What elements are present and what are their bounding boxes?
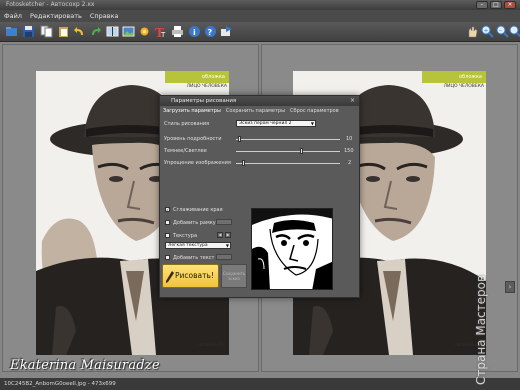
minimize-button[interactable]: – [476, 1, 488, 9]
pencil-icon [166, 271, 174, 283]
help-icon[interactable]: ? [204, 25, 217, 38]
save-icon[interactable] [22, 25, 35, 38]
dialog-close-button[interactable]: × [348, 97, 357, 105]
add-text-checkbox[interactable] [165, 255, 170, 260]
save-sketch-button-label: Сохранить эскиз [222, 271, 246, 281]
slider-label-simplify: Упрощение изображения [164, 160, 231, 166]
tab-load-params[interactable]: Загрузить параметры [163, 108, 221, 114]
style-select-value: Эскиз пером чернил 2 [239, 121, 292, 126]
zoom-in-icon[interactable]: + [481, 25, 494, 38]
smooth-edges-label: Сглаживание края [173, 207, 223, 213]
menu-edit[interactable]: Редактировать [30, 12, 82, 20]
copy-icon[interactable] [40, 25, 53, 38]
photo-tag: обложка [422, 71, 486, 83]
title-bar: Fotosketcher - Автосохр 2.xx – □ × [0, 0, 520, 10]
zoom-out-icon[interactable]: – [496, 25, 509, 38]
darker-lighter-value: 150 [344, 148, 354, 154]
effects-icon[interactable] [138, 25, 151, 38]
darker-lighter-slider-handle[interactable] [300, 148, 303, 154]
darker-lighter-slider[interactable] [236, 151, 340, 152]
smooth-edges-checkbox[interactable]: ✓ [165, 207, 170, 212]
status-file-path: 10C245B2_AnbomG0oeell.jpg - 473x699 [4, 381, 116, 387]
signature-watermark: Ekaterina Maisuradze [10, 358, 160, 373]
redo-icon[interactable] [89, 25, 102, 38]
dialog-title: Параметры рисования [171, 98, 237, 104]
detail-slider[interactable] [236, 139, 340, 140]
paste-icon[interactable] [57, 25, 70, 38]
detail-slider-handle[interactable] [238, 136, 241, 142]
photo-subtitle: ЛИЦО ЧЕЛОВЕКА [443, 84, 484, 89]
chevron-down-icon: ▼ [310, 121, 314, 126]
window-controls: – □ × [476, 1, 516, 9]
open-icon[interactable] [5, 25, 18, 38]
text-icon[interactable]: TT [154, 25, 167, 38]
svg-text:i: i [193, 28, 196, 37]
detail-value: 10 [346, 136, 353, 142]
site-watermark: Страна Мастеров [474, 274, 488, 385]
dialog-tabs: Загрузить параметры Сохранить параметры … [163, 108, 339, 114]
photo-footer: обложка 39 [198, 342, 223, 347]
draw-button-label: Рисовать! [175, 271, 214, 280]
add-frame-checkbox[interactable] [165, 220, 170, 225]
text-settings-button[interactable] [216, 254, 232, 260]
compare-icon[interactable] [106, 25, 119, 38]
style-label: Стиль рисования [164, 121, 210, 127]
menu-help[interactable]: Справка [90, 12, 119, 20]
tab-save-params[interactable]: Сохранить параметры [226, 108, 285, 114]
photo-tag: обложка [165, 71, 229, 83]
svg-text:T: T [160, 31, 166, 38]
svg-text:+: + [484, 28, 489, 35]
add-text-label: Добавить текст [173, 255, 215, 261]
sketch-preview [251, 208, 333, 290]
print-icon[interactable] [171, 25, 184, 38]
image-icon[interactable] [122, 25, 135, 38]
maximize-button[interactable]: □ [490, 1, 502, 9]
dialog-title-bar: Параметры рисования × [160, 96, 359, 106]
chevron-down-icon: ▼ [225, 243, 229, 248]
tab-reset-params[interactable]: Сброс параметров [290, 108, 339, 114]
photo-subtitle: ЛИЦО ЧЕЛОВЕКА [186, 84, 227, 89]
texture-prev-button[interactable]: ◀ [217, 232, 223, 238]
sketch-preview-image [252, 209, 332, 289]
menu-file[interactable]: Файл [4, 12, 22, 20]
texture-select-value: Легкая текстура [168, 243, 208, 248]
simplify-value: 2 [348, 160, 352, 166]
undo-icon[interactable] [73, 25, 86, 38]
close-button[interactable]: × [504, 1, 516, 9]
toolbar: TT i ? + – [0, 22, 520, 42]
frame-color-swatch[interactable] [216, 219, 232, 225]
menu-bar: Файл Редактировать Справка [0, 10, 520, 22]
texture-label: Текстура [173, 233, 198, 239]
window-title: Fotosketcher - Автосохр 2.xx [6, 1, 95, 8]
texture-select[interactable]: Легкая текстура ▼ [165, 242, 231, 249]
svg-text:?: ? [208, 28, 213, 37]
svg-text:–: – [499, 27, 502, 34]
draw-button[interactable]: Рисовать! [162, 264, 219, 288]
slider-label-detail: Уровень подробности [164, 136, 222, 142]
texture-checkbox[interactable] [165, 233, 170, 238]
texture-next-button[interactable]: ▶ [225, 232, 231, 238]
style-select[interactable]: Эскиз пером чернил 2 ▼ [236, 120, 316, 127]
info-icon[interactable]: i [188, 25, 201, 38]
simplify-slider-handle[interactable] [242, 160, 245, 166]
simplify-slider[interactable] [236, 163, 340, 164]
hand-icon[interactable] [466, 25, 479, 38]
app-window: Fotosketcher - Автосохр 2.xx – □ × Файл … [0, 0, 520, 390]
next-arrow-button[interactable]: › [505, 281, 515, 293]
slider-label-darker-lighter: Темнее/Светлее [164, 148, 207, 154]
status-bar: 10C245B2_AnbomG0oeell.jpg - 473x699 [0, 378, 520, 390]
export-icon[interactable] [220, 25, 233, 38]
save-sketch-button[interactable]: Сохранить эскиз [221, 264, 247, 288]
add-frame-label: Добавить рамку [173, 220, 216, 226]
zoom-fit-icon[interactable] [509, 25, 520, 38]
